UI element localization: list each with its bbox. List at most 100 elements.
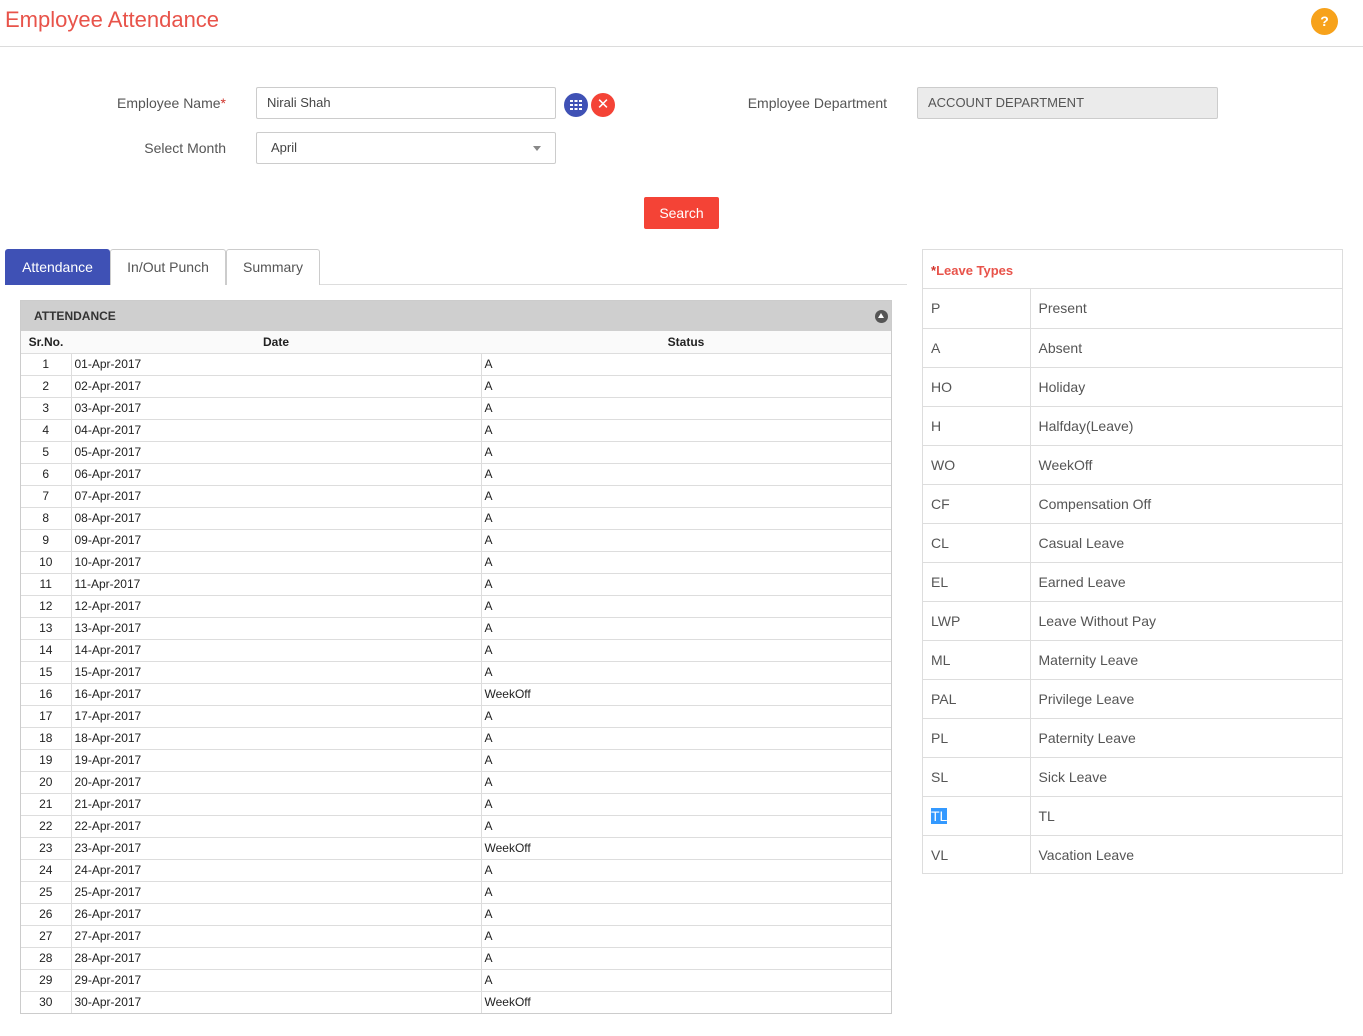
help-button[interactable]: ? — [1311, 8, 1338, 35]
attendance-cell-status: A — [481, 507, 891, 530]
tab-attendance[interactable]: Attendance — [5, 249, 110, 285]
collapse-icon[interactable] — [875, 310, 888, 323]
leave-type-code-text: CL — [931, 534, 949, 551]
table-row: 11 11-Apr-2017 A — [21, 573, 891, 596]
leave-type-code-text: HO — [931, 378, 952, 395]
table-row: 25 25-Apr-2017 A — [21, 881, 891, 904]
close-icon: ✕ — [596, 96, 610, 113]
attendance-cell-sr: 28 — [21, 947, 72, 970]
attendance-cell-sr: 1 — [21, 353, 72, 376]
leave-type-code: VL — [923, 835, 1031, 874]
attendance-cell-sr: 4 — [21, 419, 72, 442]
attendance-cell-date: 15-Apr-2017 — [71, 661, 482, 684]
column-header-sr-no: Sr.No. — [21, 331, 71, 354]
leave-type-description: Maternity Leave — [1030, 640, 1342, 680]
leave-type-code: CF — [923, 484, 1031, 524]
search-button[interactable]: Search — [644, 197, 719, 229]
attendance-cell-sr: 14 — [21, 639, 72, 662]
leave-type-code-text: PL — [931, 729, 949, 746]
department-field: ACCOUNT DEPARTMENT — [917, 87, 1218, 119]
attendance-cell-date: 09-Apr-2017 — [71, 529, 482, 552]
table-row: 1 01-Apr-2017 A — [21, 353, 891, 376]
table-row: 17 17-Apr-2017 A — [21, 705, 891, 728]
department-label: Employee Department — [747, 95, 887, 111]
attendance-cell-status: A — [481, 881, 891, 904]
table-row: 23 23-Apr-2017 WeekOff — [21, 837, 891, 860]
attendance-cell-sr: 9 — [21, 529, 72, 552]
leave-type-row: H Halfday(Leave) — [923, 406, 1342, 446]
table-row: 20 20-Apr-2017 A — [21, 771, 891, 794]
leave-types-table: P Present A Absent HO Holiday H Halfday(Leave) W… — [923, 289, 1342, 874]
attendance-cell-status: A — [481, 463, 891, 486]
attendance-cell-sr: 2 — [21, 375, 72, 398]
attendance-cell-status: A — [481, 529, 891, 552]
attendance-cell-status: A — [481, 639, 891, 662]
attendance-cell-status: A — [481, 727, 891, 750]
leave-types-title: *Leave Types — [923, 250, 1342, 289]
attendance-cell-date: 16-Apr-2017 — [71, 683, 482, 706]
employee-name-label: Employee Name* — [117, 95, 226, 111]
tab-bar: Attendance In/Out Punch Summary — [5, 249, 907, 285]
attendance-cell-status: A — [481, 617, 891, 640]
attendance-cell-sr: 3 — [21, 397, 72, 420]
attendance-cell-date: 17-Apr-2017 — [71, 705, 482, 728]
attendance-cell-date: 04-Apr-2017 — [71, 419, 482, 442]
chevron-down-icon — [533, 146, 541, 151]
attendance-panel-title: ATTENDANCE — [34, 309, 116, 323]
leave-type-code: HO — [923, 367, 1031, 407]
leave-type-description: Holiday — [1030, 367, 1342, 407]
table-row: 29 29-Apr-2017 A — [21, 969, 891, 992]
attendance-cell-status: A — [481, 925, 891, 948]
attendance-cell-sr: 8 — [21, 507, 72, 530]
attendance-cell-date: 13-Apr-2017 — [71, 617, 482, 640]
leave-type-description: Earned Leave — [1030, 562, 1342, 602]
attendance-cell-date: 22-Apr-2017 — [71, 815, 482, 838]
leave-type-code: PAL — [923, 679, 1031, 719]
attendance-cell-status: A — [481, 595, 891, 618]
attendance-cell-date: 24-Apr-2017 — [71, 859, 482, 882]
attendance-cell-sr: 18 — [21, 727, 72, 750]
leave-type-code-text: CF — [931, 495, 950, 512]
table-row: 12 12-Apr-2017 A — [21, 595, 891, 618]
attendance-cell-status: A — [481, 573, 891, 596]
attendance-cell-date: 26-Apr-2017 — [71, 903, 482, 926]
employee-name-input[interactable]: Nirali Shah — [256, 87, 556, 119]
attendance-cell-date: 29-Apr-2017 — [71, 969, 482, 992]
attendance-cell-sr: 23 — [21, 837, 72, 860]
clear-employee-button[interactable]: ✕ — [591, 93, 615, 117]
attendance-cell-status: WeekOff — [481, 837, 891, 860]
employee-list-button[interactable] — [564, 93, 588, 117]
table-row: 16 16-Apr-2017 WeekOff — [21, 683, 891, 706]
leave-type-code: LWP — [923, 601, 1031, 641]
table-row: 28 28-Apr-2017 A — [21, 947, 891, 970]
table-row: 6 06-Apr-2017 A — [21, 463, 891, 486]
attendance-cell-date: 27-Apr-2017 — [71, 925, 482, 948]
attendance-cell-sr: 10 — [21, 551, 72, 574]
attendance-cell-date: 20-Apr-2017 — [71, 771, 482, 794]
leave-type-description: Casual Leave — [1030, 523, 1342, 563]
leave-type-row: PAL Privilege Leave — [923, 679, 1342, 719]
leave-type-row: EL Earned Leave — [923, 562, 1342, 602]
attendance-cell-sr: 13 — [21, 617, 72, 640]
tab-summary[interactable]: Summary — [226, 249, 320, 285]
attendance-cell-date: 10-Apr-2017 — [71, 551, 482, 574]
attendance-cell-sr: 6 — [21, 463, 72, 486]
table-row: 18 18-Apr-2017 A — [21, 727, 891, 750]
table-row: 8 08-Apr-2017 A — [21, 507, 891, 530]
attendance-cell-status: A — [481, 419, 891, 442]
leave-type-code-text: LWP — [931, 612, 961, 629]
attendance-cell-sr: 29 — [21, 969, 72, 992]
attendance-cell-sr: 27 — [21, 925, 72, 948]
column-header-status: Status — [481, 331, 891, 354]
attendance-cell-sr: 24 — [21, 859, 72, 882]
attendance-cell-status: A — [481, 815, 891, 838]
month-select[interactable]: April — [256, 132, 556, 164]
attendance-cell-date: 18-Apr-2017 — [71, 727, 482, 750]
select-month-label: Select Month — [144, 140, 226, 156]
tab-in-out-punch[interactable]: In/Out Punch — [110, 249, 226, 285]
attendance-cell-sr: 20 — [21, 771, 72, 794]
attendance-cell-date: 05-Apr-2017 — [71, 441, 482, 464]
attendance-cell-date: 30-Apr-2017 — [71, 991, 482, 1013]
attendance-cell-sr: 25 — [21, 881, 72, 904]
leave-type-description: Compensation Off — [1030, 484, 1342, 524]
